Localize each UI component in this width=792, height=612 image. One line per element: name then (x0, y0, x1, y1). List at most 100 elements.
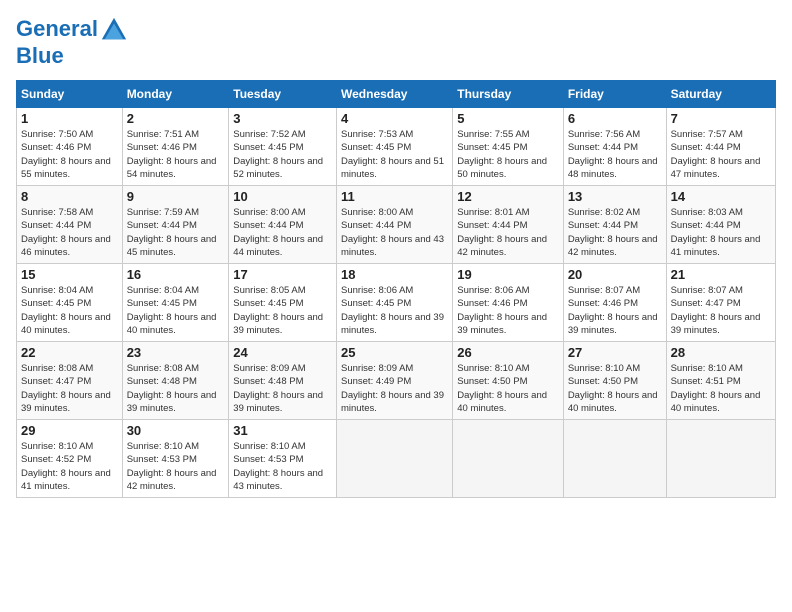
calendar-cell: 19 Sunrise: 8:06 AMSunset: 4:46 PMDaylig… (453, 264, 564, 342)
logo-icon (100, 16, 128, 44)
calendar-cell: 21 Sunrise: 8:07 AMSunset: 4:47 PMDaylig… (666, 264, 775, 342)
calendar-cell: 24 Sunrise: 8:09 AMSunset: 4:48 PMDaylig… (229, 342, 337, 420)
day-number: 8 (21, 189, 118, 204)
day-number: 12 (457, 189, 559, 204)
day-number: 5 (457, 111, 559, 126)
day-info: Sunrise: 7:57 AMSunset: 4:44 PMDaylight:… (671, 129, 761, 180)
day-info: Sunrise: 8:06 AMSunset: 4:45 PMDaylight:… (341, 285, 444, 336)
col-header-sunday: Sunday (17, 81, 123, 108)
day-info: Sunrise: 8:06 AMSunset: 4:46 PMDaylight:… (457, 285, 547, 336)
day-info: Sunrise: 8:03 AMSunset: 4:44 PMDaylight:… (671, 207, 761, 258)
page-container: General Blue SundayMondayTuesdayWednesda… (0, 0, 792, 506)
day-number: 25 (341, 345, 448, 360)
day-number: 19 (457, 267, 559, 282)
calendar-cell (337, 420, 453, 498)
day-number: 18 (341, 267, 448, 282)
calendar-cell: 31 Sunrise: 8:10 AMSunset: 4:53 PMDaylig… (229, 420, 337, 498)
calendar-cell: 8 Sunrise: 7:58 AMSunset: 4:44 PMDayligh… (17, 186, 123, 264)
calendar-cell: 2 Sunrise: 7:51 AMSunset: 4:46 PMDayligh… (122, 108, 229, 186)
day-number: 24 (233, 345, 332, 360)
day-number: 30 (127, 423, 225, 438)
day-number: 6 (568, 111, 662, 126)
day-info: Sunrise: 7:52 AMSunset: 4:45 PMDaylight:… (233, 129, 323, 180)
calendar-week-4: 22 Sunrise: 8:08 AMSunset: 4:47 PMDaylig… (17, 342, 776, 420)
day-info: Sunrise: 8:00 AMSunset: 4:44 PMDaylight:… (233, 207, 323, 258)
calendar-cell: 29 Sunrise: 8:10 AMSunset: 4:52 PMDaylig… (17, 420, 123, 498)
col-header-friday: Friday (563, 81, 666, 108)
calendar-cell (666, 420, 775, 498)
calendar-cell: 18 Sunrise: 8:06 AMSunset: 4:45 PMDaylig… (337, 264, 453, 342)
day-info: Sunrise: 7:51 AMSunset: 4:46 PMDaylight:… (127, 129, 217, 180)
calendar-cell: 6 Sunrise: 7:56 AMSunset: 4:44 PMDayligh… (563, 108, 666, 186)
calendar-cell: 17 Sunrise: 8:05 AMSunset: 4:45 PMDaylig… (229, 264, 337, 342)
day-info: Sunrise: 8:00 AMSunset: 4:44 PMDaylight:… (341, 207, 444, 258)
calendar-week-2: 8 Sunrise: 7:58 AMSunset: 4:44 PMDayligh… (17, 186, 776, 264)
calendar-cell (563, 420, 666, 498)
calendar-cell: 11 Sunrise: 8:00 AMSunset: 4:44 PMDaylig… (337, 186, 453, 264)
calendar-week-1: 1 Sunrise: 7:50 AMSunset: 4:46 PMDayligh… (17, 108, 776, 186)
day-info: Sunrise: 8:02 AMSunset: 4:44 PMDaylight:… (568, 207, 658, 258)
calendar-cell: 12 Sunrise: 8:01 AMSunset: 4:44 PMDaylig… (453, 186, 564, 264)
day-number: 7 (671, 111, 771, 126)
calendar-table: SundayMondayTuesdayWednesdayThursdayFrid… (16, 80, 776, 498)
logo-text: General (16, 16, 128, 44)
day-number: 29 (21, 423, 118, 438)
col-header-thursday: Thursday (453, 81, 564, 108)
day-info: Sunrise: 7:59 AMSunset: 4:44 PMDaylight:… (127, 207, 217, 258)
day-number: 9 (127, 189, 225, 204)
day-info: Sunrise: 8:10 AMSunset: 4:50 PMDaylight:… (568, 363, 658, 414)
day-number: 11 (341, 189, 448, 204)
calendar-cell: 16 Sunrise: 8:04 AMSunset: 4:45 PMDaylig… (122, 264, 229, 342)
day-info: Sunrise: 8:01 AMSunset: 4:44 PMDaylight:… (457, 207, 547, 258)
day-number: 20 (568, 267, 662, 282)
day-info: Sunrise: 8:04 AMSunset: 4:45 PMDaylight:… (127, 285, 217, 336)
calendar-cell: 10 Sunrise: 8:00 AMSunset: 4:44 PMDaylig… (229, 186, 337, 264)
calendar-cell: 7 Sunrise: 7:57 AMSunset: 4:44 PMDayligh… (666, 108, 775, 186)
calendar-cell: 23 Sunrise: 8:08 AMSunset: 4:48 PMDaylig… (122, 342, 229, 420)
day-info: Sunrise: 7:55 AMSunset: 4:45 PMDaylight:… (457, 129, 547, 180)
day-number: 14 (671, 189, 771, 204)
day-info: Sunrise: 8:08 AMSunset: 4:48 PMDaylight:… (127, 363, 217, 414)
day-number: 21 (671, 267, 771, 282)
calendar-cell (453, 420, 564, 498)
day-number: 15 (21, 267, 118, 282)
header: General Blue (16, 16, 776, 68)
col-header-wednesday: Wednesday (337, 81, 453, 108)
logo-blue-text: Blue (16, 44, 128, 68)
calendar-cell: 14 Sunrise: 8:03 AMSunset: 4:44 PMDaylig… (666, 186, 775, 264)
calendar-cell: 5 Sunrise: 7:55 AMSunset: 4:45 PMDayligh… (453, 108, 564, 186)
day-number: 31 (233, 423, 332, 438)
day-info: Sunrise: 8:09 AMSunset: 4:49 PMDaylight:… (341, 363, 444, 414)
day-info: Sunrise: 7:53 AMSunset: 4:45 PMDaylight:… (341, 129, 444, 180)
calendar-cell: 20 Sunrise: 8:07 AMSunset: 4:46 PMDaylig… (563, 264, 666, 342)
calendar-cell: 4 Sunrise: 7:53 AMSunset: 4:45 PMDayligh… (337, 108, 453, 186)
day-info: Sunrise: 8:04 AMSunset: 4:45 PMDaylight:… (21, 285, 111, 336)
day-info: Sunrise: 7:58 AMSunset: 4:44 PMDaylight:… (21, 207, 111, 258)
calendar-cell: 30 Sunrise: 8:10 AMSunset: 4:53 PMDaylig… (122, 420, 229, 498)
calendar-cell: 3 Sunrise: 7:52 AMSunset: 4:45 PMDayligh… (229, 108, 337, 186)
col-header-saturday: Saturday (666, 81, 775, 108)
calendar-cell: 1 Sunrise: 7:50 AMSunset: 4:46 PMDayligh… (17, 108, 123, 186)
day-info: Sunrise: 8:10 AMSunset: 4:53 PMDaylight:… (233, 441, 323, 492)
calendar-cell: 9 Sunrise: 7:59 AMSunset: 4:44 PMDayligh… (122, 186, 229, 264)
calendar-cell: 13 Sunrise: 8:02 AMSunset: 4:44 PMDaylig… (563, 186, 666, 264)
day-number: 1 (21, 111, 118, 126)
day-number: 4 (341, 111, 448, 126)
day-number: 10 (233, 189, 332, 204)
day-number: 17 (233, 267, 332, 282)
day-number: 26 (457, 345, 559, 360)
day-number: 2 (127, 111, 225, 126)
logo: General Blue (16, 16, 128, 68)
calendar-cell: 15 Sunrise: 8:04 AMSunset: 4:45 PMDaylig… (17, 264, 123, 342)
day-info: Sunrise: 8:07 AMSunset: 4:47 PMDaylight:… (671, 285, 761, 336)
calendar-cell: 27 Sunrise: 8:10 AMSunset: 4:50 PMDaylig… (563, 342, 666, 420)
calendar-cell: 25 Sunrise: 8:09 AMSunset: 4:49 PMDaylig… (337, 342, 453, 420)
day-info: Sunrise: 7:56 AMSunset: 4:44 PMDaylight:… (568, 129, 658, 180)
day-info: Sunrise: 8:05 AMSunset: 4:45 PMDaylight:… (233, 285, 323, 336)
day-info: Sunrise: 8:10 AMSunset: 4:50 PMDaylight:… (457, 363, 547, 414)
calendar-cell: 26 Sunrise: 8:10 AMSunset: 4:50 PMDaylig… (453, 342, 564, 420)
day-info: Sunrise: 8:07 AMSunset: 4:46 PMDaylight:… (568, 285, 658, 336)
day-number: 13 (568, 189, 662, 204)
col-header-tuesday: Tuesday (229, 81, 337, 108)
day-number: 3 (233, 111, 332, 126)
